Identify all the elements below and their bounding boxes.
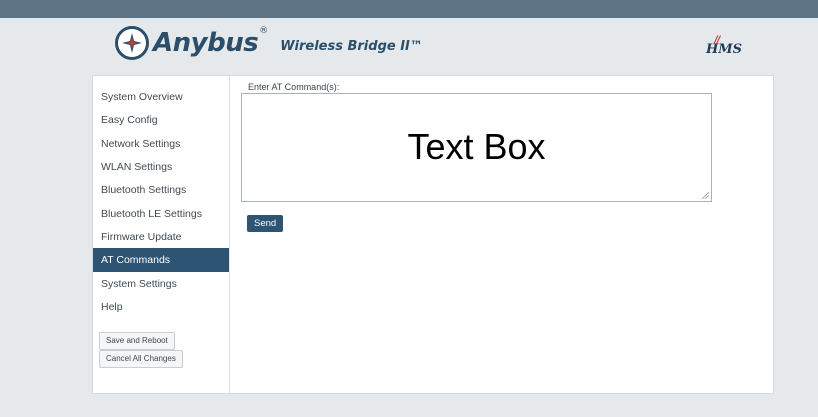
sidebar-item-wlan-settings[interactable]: WLAN Settings (93, 155, 229, 179)
sidebar-item-easy-config[interactable]: Easy Config (93, 108, 229, 132)
save-and-reboot-button[interactable]: Save and Reboot (99, 332, 175, 350)
sidebar-item-help[interactable]: Help (93, 295, 229, 319)
sidebar: System Overview Easy Config Network Sett… (93, 76, 230, 393)
hms-tick-icon: // (714, 35, 720, 46)
anybus-logo: Anybus ® Wireless Bridge II™ (115, 26, 423, 60)
main-panel: System Overview Easy Config Network Sett… (92, 75, 774, 394)
registered-mark: ® (259, 26, 269, 36)
sidebar-item-bluetooth-le-settings[interactable]: Bluetooth LE Settings (93, 202, 229, 226)
product-name: Wireless Bridge II™ (280, 38, 423, 54)
send-button[interactable]: Send (247, 215, 284, 232)
cancel-all-changes-button[interactable]: Cancel All Changes (99, 350, 183, 368)
anybus-mark-icon (115, 26, 149, 60)
sidebar-item-system-settings[interactable]: System Settings (93, 272, 229, 296)
hms-logo: // HMS (706, 35, 743, 57)
top-bar (0, 0, 818, 18)
textbox-overlay-text: Text Box (407, 126, 546, 167)
sidebar-item-system-overview[interactable]: System Overview (93, 85, 229, 109)
sidebar-item-bluetooth-settings[interactable]: Bluetooth Settings (93, 178, 229, 202)
sidebar-item-at-commands[interactable]: AT Commands (93, 248, 229, 272)
at-command-textarea[interactable]: Text Box (241, 93, 712, 202)
resize-grip-icon[interactable] (701, 191, 709, 199)
sidebar-item-firmware-update[interactable]: Firmware Update (93, 225, 229, 249)
sidebar-item-network-settings[interactable]: Network Settings (93, 132, 229, 156)
at-command-label: Enter AT Command(s): (248, 82, 340, 92)
brand-name: Anybus (153, 28, 259, 58)
